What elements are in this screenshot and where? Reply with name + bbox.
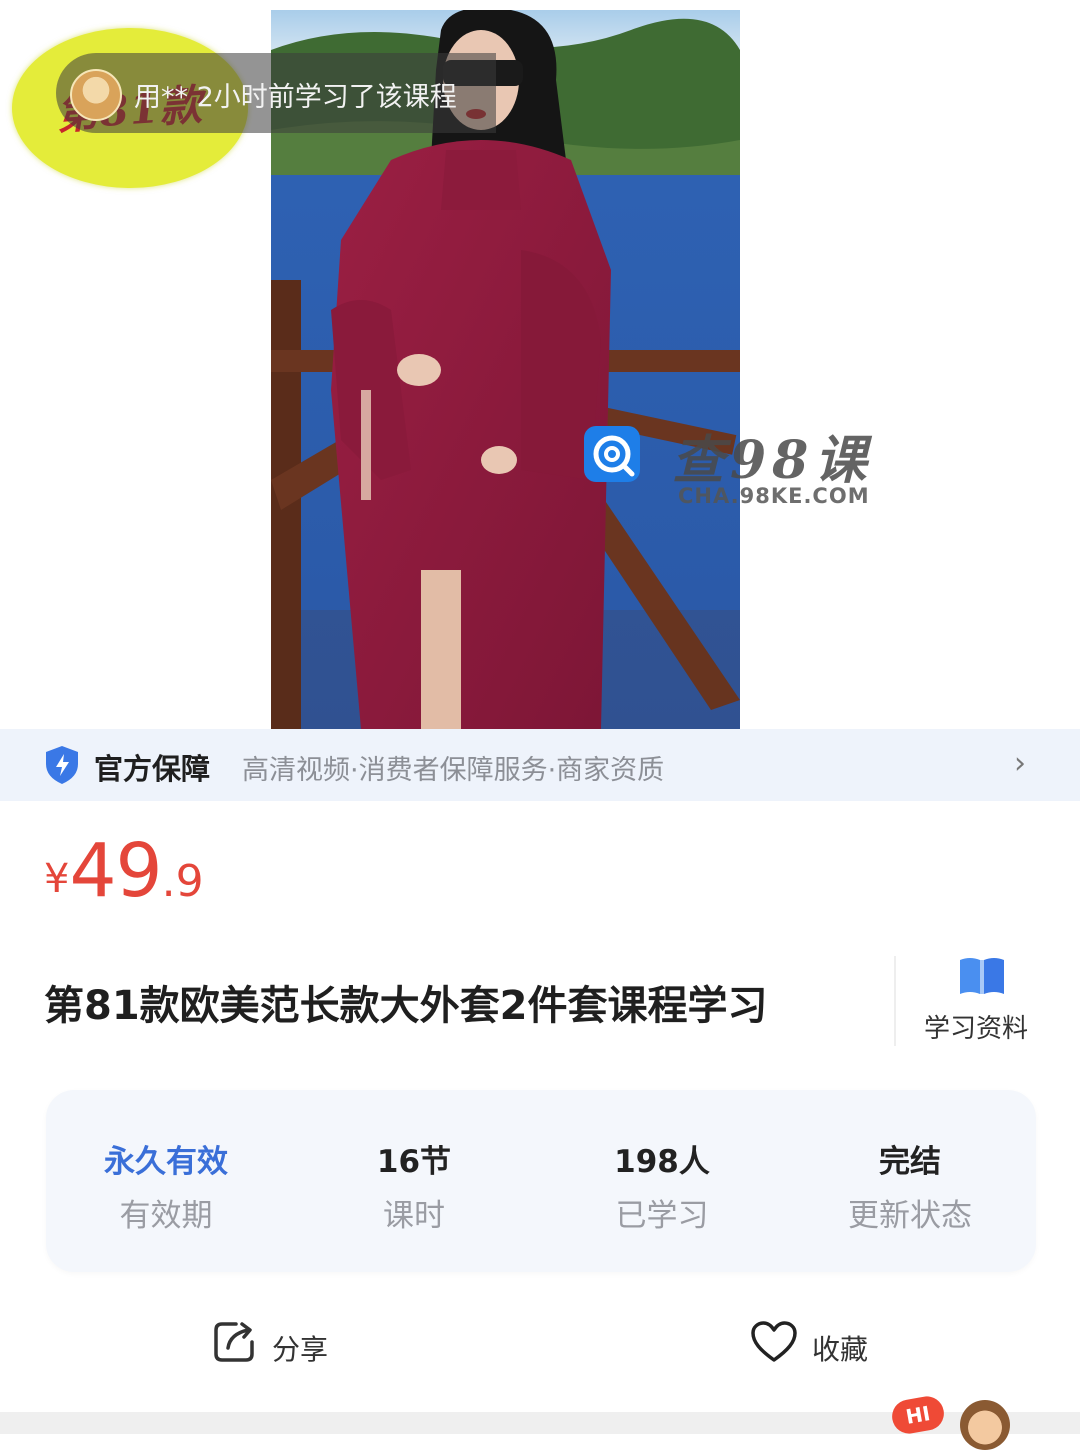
share-label: 分享 bbox=[272, 1333, 329, 1366]
stat-label: 有效期 bbox=[119, 1198, 213, 1234]
shield-icon bbox=[44, 745, 80, 789]
stat-label: 更新状态 bbox=[848, 1198, 972, 1234]
assistant-mascot-avatar[interactable] bbox=[960, 1400, 1010, 1450]
share-button[interactable]: 分享 bbox=[210, 1316, 350, 1376]
product-hero: 第81款 用** 2小时前学习了该课程 查98课 CHA.98KE.COM bbox=[0, 0, 1080, 729]
guarantee-items: 高清视频·消费者保障服务·商家资质 bbox=[242, 755, 665, 786]
toast-text: 用** 2小时前学习了该课程 bbox=[134, 82, 457, 113]
stat-label: 课时 bbox=[383, 1198, 445, 1234]
book-icon bbox=[958, 954, 1006, 1000]
stat-value: 16节 bbox=[376, 1144, 452, 1180]
stat-lessons: 16节 课时 bbox=[294, 1090, 534, 1272]
stat-learners: 198人 已学习 bbox=[542, 1090, 782, 1272]
heart-icon bbox=[751, 1321, 797, 1362]
stat-update-status: 完结 更新状态 bbox=[790, 1090, 1030, 1272]
stat-label: 已学习 bbox=[615, 1198, 709, 1234]
avatar bbox=[70, 69, 122, 121]
course-stats-card: 永久有效 有效期 16节 课时 198人 已学习 完结 更新状态 bbox=[46, 1090, 1036, 1272]
divider bbox=[894, 956, 896, 1046]
price: ¥49.9 bbox=[44, 828, 204, 914]
price-decimal: .9 bbox=[161, 856, 204, 907]
stat-validity: 永久有效 有效期 bbox=[46, 1090, 286, 1272]
course-title: 第81款欧美范长款大外套2件套课程学习 bbox=[44, 983, 768, 1029]
watermark-logo-icon bbox=[584, 426, 640, 482]
favorite-label: 收藏 bbox=[812, 1333, 869, 1366]
chevron-right-icon[interactable]: › bbox=[1014, 746, 1026, 781]
guarantee-title: 官方保障 bbox=[94, 752, 211, 786]
favorite-button[interactable]: 收藏 bbox=[750, 1316, 890, 1376]
study-material-label: 学习资料 bbox=[924, 1014, 1029, 1044]
price-integer: 49 bbox=[69, 828, 162, 914]
price-currency: ¥ bbox=[44, 856, 70, 902]
stat-value: 198人 bbox=[614, 1144, 710, 1180]
stat-value: 永久有效 bbox=[104, 1144, 228, 1180]
share-icon bbox=[214, 1322, 254, 1362]
watermark-url: CHA.98KE.COM bbox=[678, 484, 870, 508]
watermark-title: 查98课 bbox=[672, 430, 873, 491]
study-material-button[interactable]: 学习资料 bbox=[900, 952, 1060, 1052]
learner-toast: 用** 2小时前学习了该课程 bbox=[56, 53, 496, 133]
stat-value: 完结 bbox=[879, 1144, 941, 1180]
